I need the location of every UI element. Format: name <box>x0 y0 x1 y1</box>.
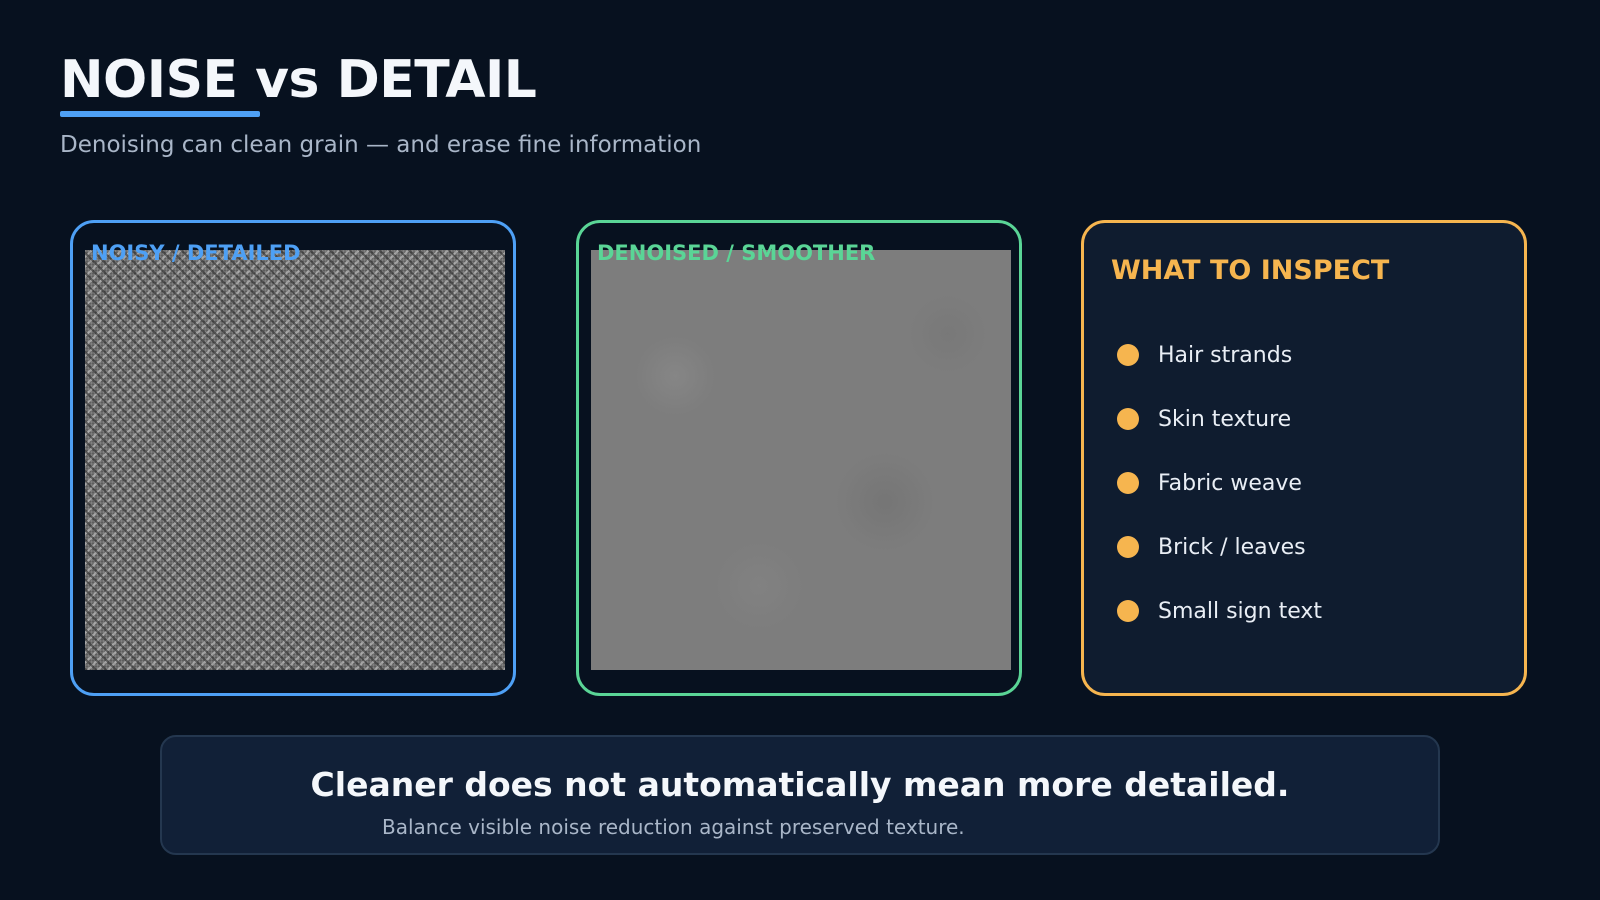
list-item: Fabric weave <box>1112 451 1322 515</box>
page-subtitle: Denoising can clean grain — and erase fi… <box>60 132 702 158</box>
denoised-panel: DENOISED / SMOOTHER <box>576 220 1022 696</box>
bullet-dot-icon <box>1117 600 1139 622</box>
title-underline <box>60 111 260 117</box>
callout-sub-text: Balance visible noise reduction against … <box>382 815 965 839</box>
page-title: NOISE vs DETAIL <box>60 50 537 110</box>
callout-main-text: Cleaner does not automatically mean more… <box>310 765 1290 804</box>
inspect-list: Hair strands Skin texture Fabric weave B… <box>1112 323 1322 643</box>
bullet-dot-icon <box>1117 344 1139 366</box>
denoised-image <box>591 250 1011 670</box>
denoised-panel-label: DENOISED / SMOOTHER <box>597 241 876 265</box>
list-item: Brick / leaves <box>1112 515 1322 579</box>
bullet-dot-icon <box>1117 472 1139 494</box>
bullet-dot-icon <box>1117 408 1139 430</box>
list-item-label: Brick / leaves <box>1158 534 1306 560</box>
list-item: Small sign text <box>1112 579 1322 643</box>
list-item: Skin texture <box>1112 387 1322 451</box>
list-item-label: Hair strands <box>1158 342 1293 368</box>
list-item-label: Skin texture <box>1158 406 1292 432</box>
bullet-dot-icon <box>1117 536 1139 558</box>
inspect-panel: WHAT TO INSPECT Hair strands Skin textur… <box>1081 220 1527 696</box>
noisy-panel-label: NOISY / DETAILED <box>91 241 301 265</box>
inspect-title: WHAT TO INSPECT <box>1111 255 1390 286</box>
noisy-panel: NOISY / DETAILED <box>70 220 516 696</box>
callout-box: Cleaner does not automatically mean more… <box>160 735 1440 855</box>
list-item-label: Fabric weave <box>1158 470 1302 496</box>
list-item: Hair strands <box>1112 323 1322 387</box>
list-item-label: Small sign text <box>1158 598 1322 624</box>
noisy-image <box>85 250 505 670</box>
